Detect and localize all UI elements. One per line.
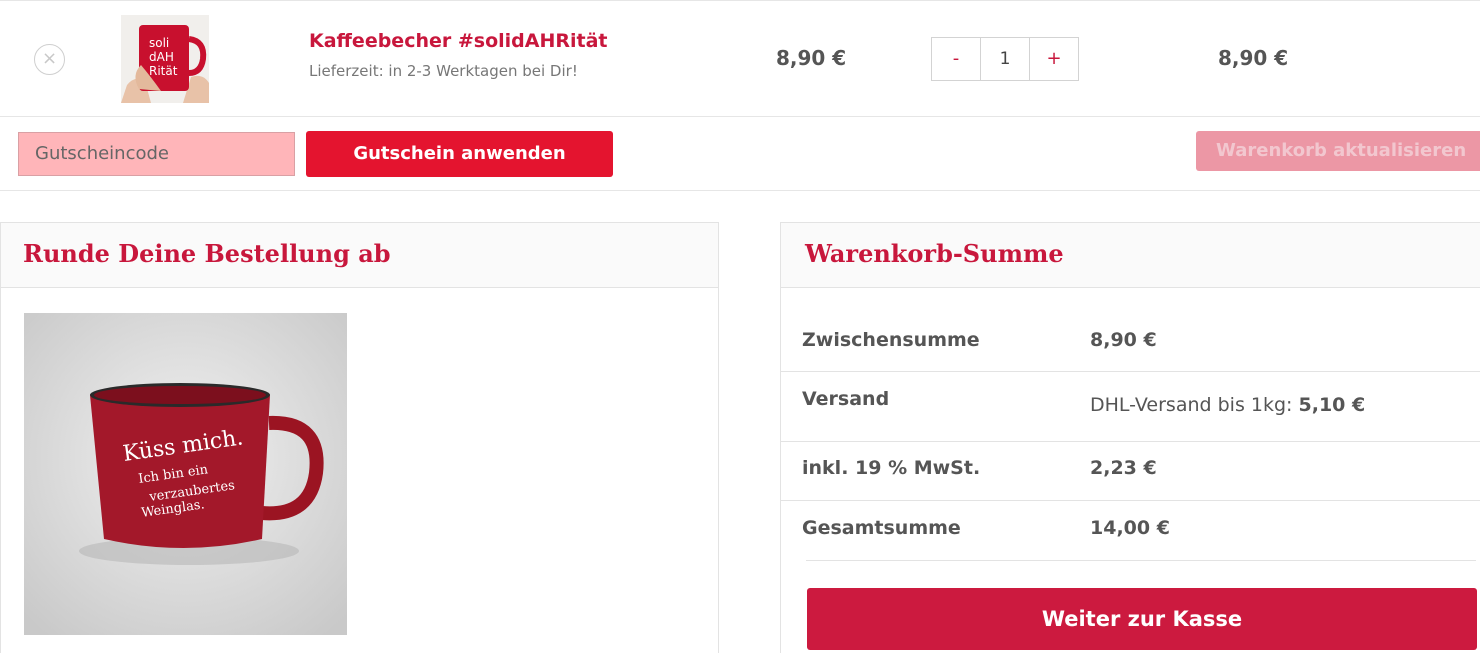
quantity-decrease-button[interactable]: - (932, 38, 980, 80)
quantity-input[interactable]: 1 (980, 38, 1030, 80)
quantity-increase-button[interactable]: + (1030, 38, 1078, 80)
shipping-method: DHL-Versand bis 1kg: (1090, 394, 1293, 416)
divider (0, 190, 1480, 191)
subtotal-value: 8,90 € (1090, 329, 1157, 351)
coupon-code-input[interactable]: Gutscheincode (18, 132, 295, 176)
shipping-label: Versand (802, 388, 890, 410)
total-value: 14,00 € (1090, 517, 1170, 539)
shipping-value: DHL-Versand bis 1kg: 5,10 € (1090, 394, 1365, 416)
shipping-price: 5,10 € (1298, 394, 1366, 416)
cart-item-row: × soli dAH Rität Kaffeebecher #solidAHRi… (0, 0, 1480, 117)
thumb-text-2: dAH (149, 50, 174, 64)
product-thumbnail[interactable]: soli dAH Rität (121, 15, 209, 103)
tax-value: 2,23 € (1090, 457, 1157, 479)
tax-label: inkl. 19 % MwSt. (802, 457, 981, 479)
cart-totals-title: Warenkorb-Summe (805, 239, 1064, 268)
cross-sells-title: Runde Deine Bestellung ab (23, 239, 391, 268)
subtotal-row: Zwischensumme 8,90 € (781, 311, 1480, 372)
subtotal-label: Zwischensumme (802, 329, 980, 351)
tax-row: inkl. 19 % MwSt. 2,23 € (781, 442, 1480, 501)
cross-sells-panel: Runde Deine Bestellung ab Küss mich. Ich… (0, 222, 719, 653)
total-label: Gesamtsumme (802, 517, 961, 539)
line-subtotal: 8,90 € (1218, 46, 1289, 70)
proceed-to-checkout-button[interactable]: Weiter zur Kasse (807, 588, 1477, 650)
thumb-text-1: soli (149, 36, 169, 50)
delivery-time-text: Lieferzeit: in 2-3 Werktagen bei Dir! (309, 62, 578, 80)
total-row: Gesamtsumme 14,00 € (802, 501, 1476, 561)
apply-coupon-button[interactable]: Gutschein anwenden (306, 131, 613, 177)
enamel-mug-image: Küss mich. Ich bin ein verzaubertes Wein… (24, 313, 347, 635)
cart-totals-panel: Warenkorb-Summe Zwischensumme 8,90 € Ver… (780, 222, 1480, 653)
mug-photo-image: soli dAH Rität (121, 15, 209, 103)
close-icon: × (41, 48, 58, 69)
remove-item-button[interactable]: × (34, 44, 65, 75)
quantity-stepper: - 1 + (931, 37, 1079, 81)
thumb-text-3: Rität (149, 64, 178, 78)
product-name-link[interactable]: Kaffeebecher #solidAHRität (309, 30, 608, 52)
update-cart-button[interactable]: Warenkorb aktualisieren (1196, 131, 1480, 171)
cross-sell-product-image[interactable]: Küss mich. Ich bin ein verzaubertes Wein… (24, 313, 347, 635)
shipping-row: Versand DHL-Versand bis 1kg: 5,10 € (781, 372, 1480, 442)
unit-price: 8,90 € (776, 46, 847, 70)
